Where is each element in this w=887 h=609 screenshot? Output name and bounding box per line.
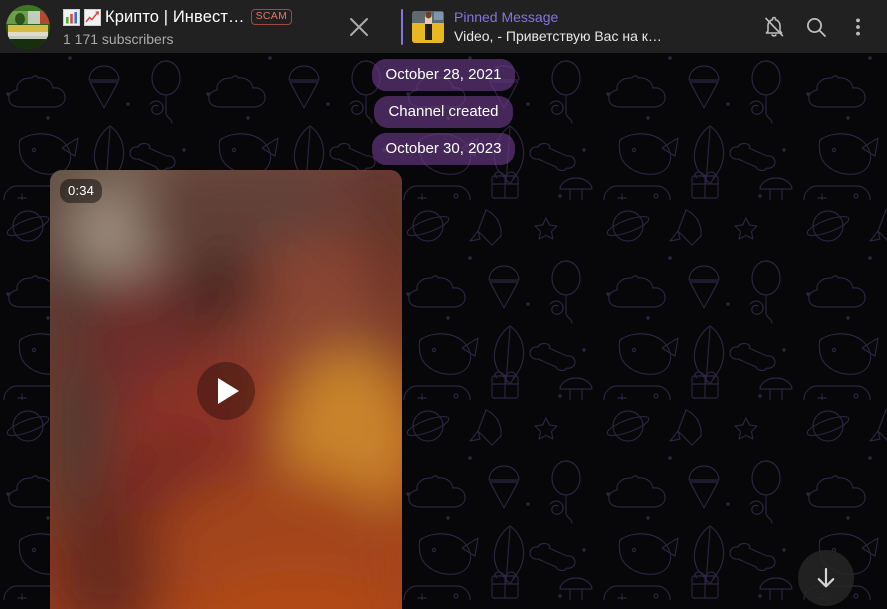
date-pill-start[interactable]: October 28, 2021 xyxy=(371,59,516,91)
pinned-texts: Pinned Message Video, - Приветствую Вас … xyxy=(454,9,662,45)
channel-title-row: Крипто | Инвест… SCAM xyxy=(63,6,325,28)
date-pill-current[interactable]: October 30, 2023 xyxy=(371,133,516,165)
bar-chart-emoji xyxy=(63,8,80,26)
pinned-label: Pinned Message xyxy=(454,8,559,25)
chat-header: Крипто | Инвест… SCAM 1 171 subscribers xyxy=(0,0,887,53)
pinned-thumb-image xyxy=(412,10,444,43)
close-icon xyxy=(350,17,368,36)
telegram-channel-view: Крипто | Инвест… SCAM 1 171 subscribers xyxy=(0,0,887,609)
pinned-message[interactable]: Pinned Message Video, - Приветствую Вас … xyxy=(401,6,753,48)
video-duration-badge: 0:34 xyxy=(60,179,103,203)
mute-bell-icon xyxy=(765,16,784,37)
more-menu-button[interactable] xyxy=(837,6,879,48)
scroll-to-bottom-button[interactable] xyxy=(798,550,854,606)
search-button[interactable] xyxy=(795,6,837,48)
pinned-thumbnail xyxy=(412,10,444,43)
pinned-preview-text: Video, - Приветствую Вас на к… xyxy=(454,27,662,44)
header-actions xyxy=(753,6,887,48)
play-button[interactable] xyxy=(197,362,255,420)
scam-badge: SCAM xyxy=(250,9,293,25)
timeline-pills: October 28, 2021 Channel created October… xyxy=(0,53,887,165)
pinned-accent-bar xyxy=(401,8,403,45)
search-icon xyxy=(807,17,826,37)
more-menu-icon xyxy=(856,18,860,35)
channel-avatar[interactable] xyxy=(6,4,50,49)
service-pill-channel-created: Channel created xyxy=(374,96,513,128)
close-button[interactable] xyxy=(339,7,379,47)
play-icon xyxy=(218,378,239,404)
avatar-image xyxy=(6,4,50,49)
arrow-down-icon xyxy=(817,567,835,588)
subscriber-count: 1 171 subscribers xyxy=(63,31,174,47)
mute-button[interactable] xyxy=(753,6,795,48)
video-message-bubble[interactable]: 0:34 xyxy=(50,170,402,609)
header-channel-info: Крипто | Инвест… SCAM 1 171 subscribers xyxy=(63,6,325,47)
channel-title[interactable]: Крипто | Инвест… xyxy=(105,8,245,27)
chart-increasing-emoji xyxy=(84,8,101,26)
